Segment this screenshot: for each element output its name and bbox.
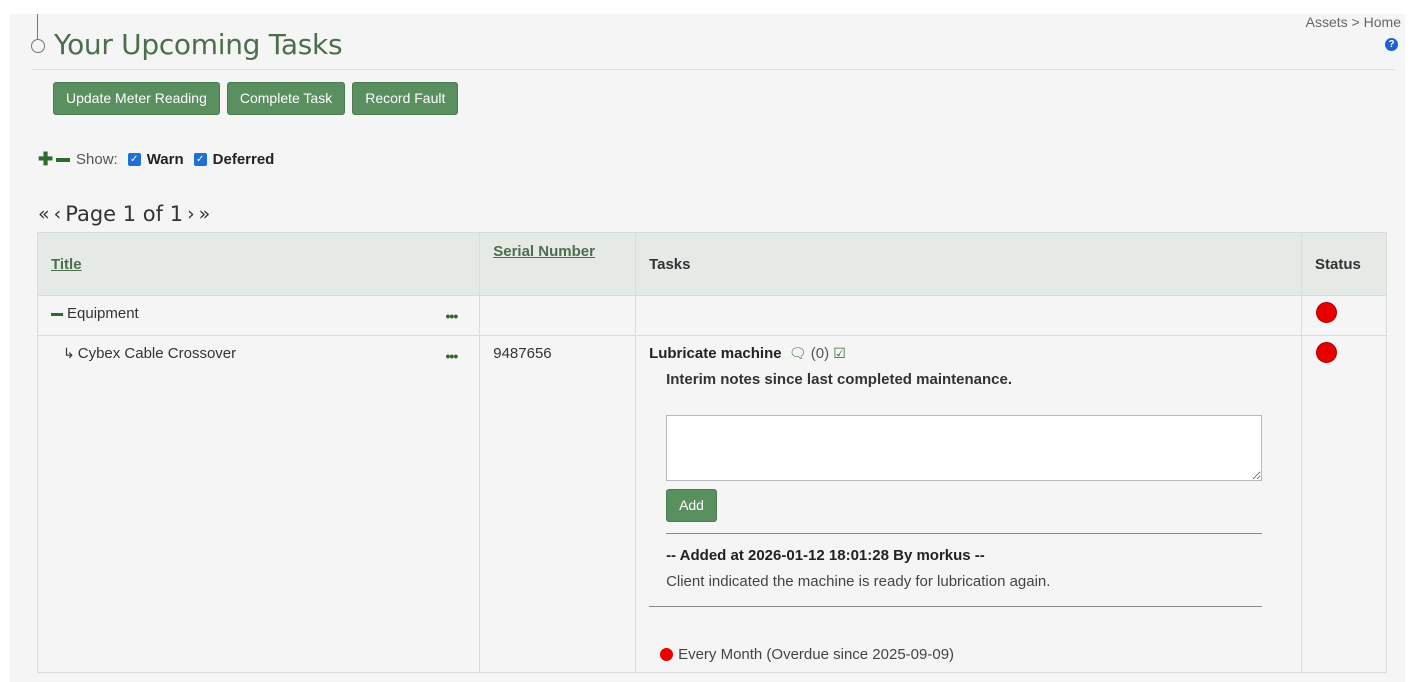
group-serial-cell <box>479 295 637 336</box>
pagination: « ‹ Page 1 of 1 › » <box>38 202 210 226</box>
column-header-status: Status <box>1301 232 1387 296</box>
frequency-text: Every Month (Overdue since 2025-09-09) <box>678 646 955 663</box>
collapse-all-icon[interactable] <box>56 157 70 162</box>
expand-all-icon[interactable]: ✚ <box>38 149 53 170</box>
section-marker-line <box>37 14 38 40</box>
item-serial: 9487656 <box>479 335 637 673</box>
page-indicator: Page 1 of 1 <box>65 202 184 226</box>
collapse-group-icon[interactable] <box>51 312 63 316</box>
notes-heading: Interim notes since last completed maint… <box>666 371 1012 388</box>
record-fault-button[interactable]: Record Fault <box>352 82 459 115</box>
group-tasks-cell <box>635 295 1302 336</box>
comment-icon[interactable]: 🗨︎ <box>789 345 807 361</box>
deferred-label: Deferred <box>212 151 275 168</box>
deferred-checkbox[interactable]: ✓ <box>193 153 207 166</box>
task-header: Lubricate machine 🗨︎ (0) ☑ <box>649 345 1288 362</box>
notes-textarea[interactable] <box>666 415 1263 481</box>
section-marker-circle <box>31 39 45 53</box>
breadcrumb-separator: > <box>1347 14 1364 30</box>
note-meta: -- Added at 2026-01-12 18:01:28 By morku… <box>666 547 985 564</box>
warn-checkbox[interactable]: ✓ <box>127 153 141 166</box>
item-status-cell <box>1301 335 1387 673</box>
note-text: Client indicated the machine is ready fo… <box>666 573 1051 590</box>
update-meter-reading-button[interactable]: Update Meter Reading <box>53 82 220 115</box>
breadcrumb-home[interactable]: Home <box>1364 14 1401 30</box>
comment-count: (0) <box>810 345 830 362</box>
item-tasks-cell: Lubricate machine 🗨︎ (0) ☑ Interim notes… <box>635 335 1302 673</box>
add-note-button[interactable]: Add <box>666 489 717 522</box>
column-header-tasks: Tasks <box>635 232 1302 296</box>
overdue-indicator <box>660 648 674 661</box>
group-label: Equipment <box>67 305 139 322</box>
item-title-cell: ↳ Cybex Cable Crossover ••• <box>36 335 481 673</box>
table-row: ↳ Cybex Cable Crossover ••• 9487656 Lubri… <box>36 335 1387 673</box>
tasks-table: Title Serial Number Tasks Status Equipme… <box>36 232 1387 673</box>
table-header-row: Title Serial Number Tasks Status <box>36 232 1387 296</box>
status-indicator <box>1316 302 1337 323</box>
breadcrumb-assets[interactable]: Assets <box>1306 14 1348 30</box>
status-indicator <box>1316 342 1337 363</box>
item-title[interactable]: Cybex Cable Crossover <box>78 345 236 362</box>
complete-task-button[interactable]: Complete Task <box>226 82 346 115</box>
action-toolbar: Update Meter Reading Complete Task Recor… <box>53 82 459 115</box>
task-frequency: Every Month (Overdue since 2025-09-09) <box>660 646 1288 663</box>
item-menu-icon[interactable]: ••• <box>446 348 459 364</box>
note-divider <box>666 533 1263 534</box>
sort-by-serial-link[interactable]: Serial Number <box>493 243 595 260</box>
group-row: Equipment ••• <box>36 295 1387 336</box>
group-status-cell <box>1301 295 1387 336</box>
checkbox-check-icon[interactable]: ☑ <box>833 345 846 361</box>
column-header-title: Title <box>36 232 481 296</box>
first-page-icon[interactable]: « <box>38 203 50 225</box>
show-label: Show: <box>76 151 118 168</box>
task-name[interactable]: Lubricate machine <box>649 345 782 362</box>
child-arrow-icon: ↳ <box>63 345 75 361</box>
sort-by-title-link[interactable]: Title <box>51 256 82 273</box>
column-header-serial: Serial Number <box>479 232 637 296</box>
breadcrumb: Assets > Home <box>1306 14 1401 30</box>
group-title-cell: Equipment ••• <box>36 295 481 336</box>
title-divider <box>32 69 1395 70</box>
page-title: Your Upcoming Tasks <box>54 28 343 61</box>
prev-page-icon[interactable]: ‹ <box>54 203 62 225</box>
next-page-icon[interactable]: › <box>187 203 195 225</box>
last-page-icon[interactable]: » <box>199 203 211 225</box>
task-divider <box>649 606 1263 607</box>
warn-label: Warn <box>146 151 184 168</box>
group-menu-icon[interactable]: ••• <box>446 308 459 324</box>
page-container: Your Upcoming Tasks Assets > Home ? Upda… <box>10 14 1405 682</box>
filter-row: ✚ Show: ✓ Warn ✓ Deferred <box>38 149 274 170</box>
help-icon[interactable]: ? <box>1385 38 1398 51</box>
